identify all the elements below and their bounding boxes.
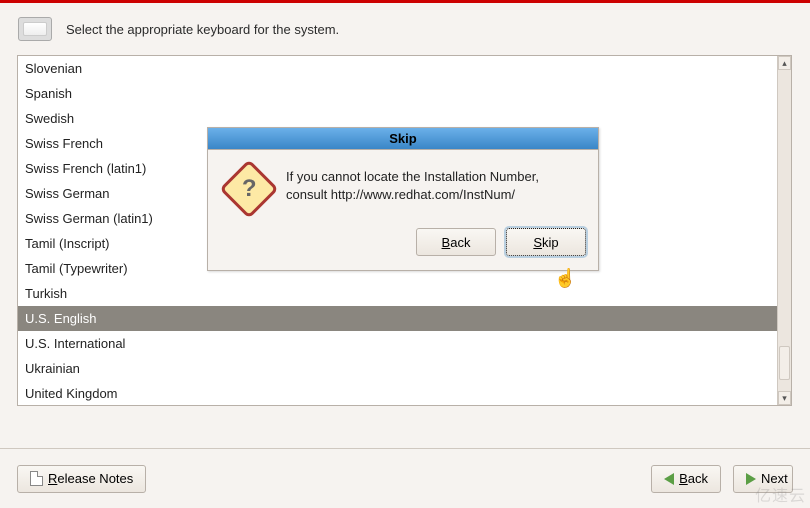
- next-button[interactable]: Next: [733, 465, 793, 493]
- dialog-message: If you cannot locate the Installation Nu…: [286, 168, 578, 210]
- dialog-body: ? If you cannot locate the Installation …: [208, 150, 598, 220]
- page-header: Select the appropriate keyboard for the …: [0, 3, 810, 55]
- release-notes-label: Release Notes: [48, 471, 133, 486]
- arrow-left-icon: [664, 473, 674, 485]
- question-icon: ?: [219, 159, 278, 218]
- dialog-skip-button[interactable]: Skip: [506, 228, 586, 256]
- keyboard-icon: [18, 17, 52, 41]
- footer: Release Notes Back Next: [0, 448, 810, 508]
- scroll-thumb[interactable]: [779, 346, 790, 380]
- list-item[interactable]: U.S. International: [18, 331, 778, 356]
- list-item[interactable]: United Kingdom: [18, 381, 778, 405]
- scroll-down-button[interactable]: ▾: [778, 391, 791, 405]
- list-item[interactable]: U.S. English: [18, 306, 778, 331]
- footer-nav: Back Next: [651, 465, 793, 493]
- document-icon: [30, 471, 43, 486]
- arrow-right-icon: [746, 473, 756, 485]
- dialog-back-label: Back: [442, 235, 471, 250]
- scrollbar[interactable]: ▴ ▾: [777, 56, 791, 405]
- dialog-skip-label: Skip: [533, 235, 558, 250]
- release-notes-button[interactable]: Release Notes: [17, 465, 146, 493]
- scroll-up-button[interactable]: ▴: [778, 56, 791, 70]
- list-item[interactable]: Turkish: [18, 281, 778, 306]
- scroll-track[interactable]: [778, 70, 791, 391]
- next-label: Next: [761, 471, 788, 486]
- dialog-title-text: Skip: [389, 131, 416, 146]
- skip-dialog: Skip ? If you cannot locate the Installa…: [207, 127, 599, 271]
- list-item[interactable]: Slovenian: [18, 56, 778, 81]
- back-button[interactable]: Back: [651, 465, 721, 493]
- back-label: Back: [679, 471, 708, 486]
- dialog-back-button[interactable]: Back: [416, 228, 496, 256]
- dialog-title: Skip: [208, 128, 598, 150]
- list-item[interactable]: Spanish: [18, 81, 778, 106]
- list-item[interactable]: Ukrainian: [18, 356, 778, 381]
- header-text: Select the appropriate keyboard for the …: [66, 22, 339, 37]
- dialog-button-row: Back Skip: [208, 220, 598, 270]
